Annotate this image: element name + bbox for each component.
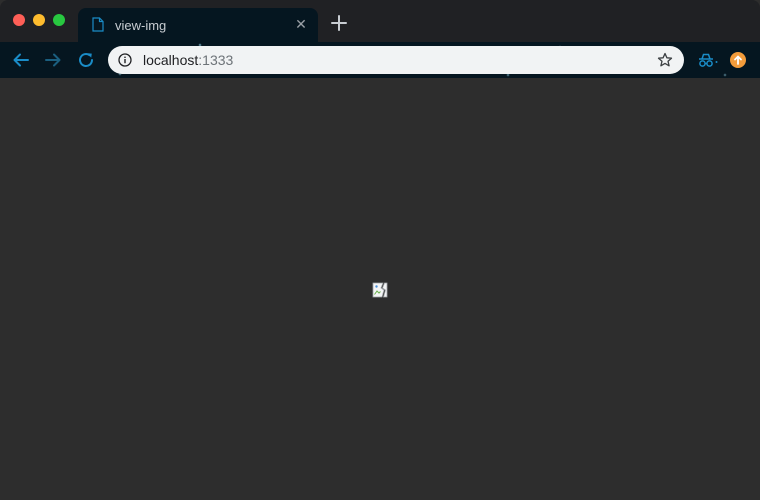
- document-icon: [92, 17, 104, 32]
- update-icon[interactable]: [730, 52, 746, 68]
- tab-title: view-img: [115, 18, 167, 33]
- browser-toolbar: localhost:1333: [0, 42, 760, 78]
- arrow-left-icon[interactable]: [12, 51, 30, 69]
- window-maximize-button[interactable]: [53, 14, 65, 26]
- browser-window: view-img ✕ localhost:1333: [0, 0, 760, 500]
- new-tab-button[interactable]: [329, 13, 349, 33]
- window-minimize-button[interactable]: [33, 14, 45, 26]
- window-close-button[interactable]: [13, 14, 25, 26]
- star-icon[interactable]: [657, 52, 673, 68]
- broken-image-icon: [372, 282, 388, 298]
- arrow-up-icon: [734, 55, 742, 65]
- close-icon[interactable]: ✕: [294, 17, 308, 31]
- address-bar[interactable]: localhost:1333: [108, 46, 684, 74]
- arrow-right-icon[interactable]: [44, 51, 62, 69]
- url-host: localhost: [143, 52, 199, 68]
- tab-view-img[interactable]: view-img ✕: [78, 8, 318, 42]
- incognito-icon[interactable]: [697, 52, 719, 68]
- reload-icon[interactable]: [77, 51, 95, 69]
- info-icon[interactable]: [118, 53, 132, 67]
- url-text[interactable]: localhost:1333: [143, 52, 233, 68]
- url-port: :1333: [198, 52, 234, 68]
- page-content: [0, 78, 760, 500]
- tab-strip: view-img ✕: [0, 0, 760, 42]
